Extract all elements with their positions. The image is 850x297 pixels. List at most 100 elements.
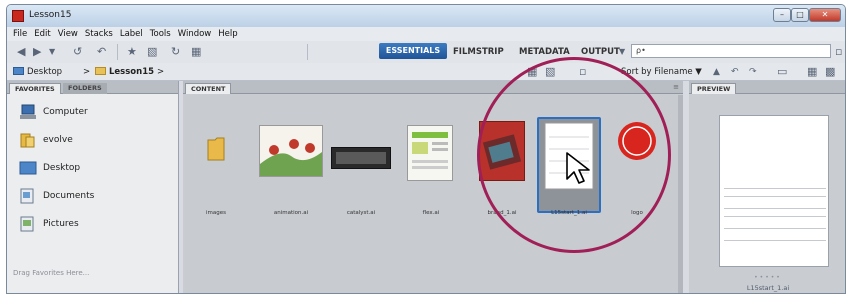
file-label: brand_1.ai — [487, 210, 517, 216]
preview-rule — [724, 208, 826, 209]
thumbnail-flex-ai[interactable] — [407, 125, 453, 181]
thumbnail-catalyst-ai[interactable] — [331, 147, 391, 169]
menu-window[interactable]: Window — [178, 29, 212, 39]
preview-image[interactable] — [719, 115, 829, 267]
content-tab-row: CONTENT ≡ — [183, 81, 683, 94]
filter-icon[interactable]: ▧ — [545, 65, 555, 79]
favorite-label: Documents — [43, 191, 95, 201]
thumbnail-brand-ai[interactable] — [479, 121, 525, 181]
logo-artwork-icon — [618, 122, 656, 160]
breadcrumb-label: Desktop — [27, 67, 63, 77]
create-new-icon[interactable]: ▦ — [191, 45, 201, 59]
toolbar: ◀ ▶ ▼ ↺ ↶ ★ ▧ ↻ ▦ ESSENTIALS FILMSTRIP M… — [7, 41, 845, 63]
rotate-right-icon[interactable]: ↷ — [749, 65, 757, 79]
breadcrumb-label: Lesson15 — [109, 67, 155, 77]
menu-edit[interactable]: Edit — [34, 29, 50, 39]
recent-folder-icon[interactable]: ↺ — [73, 45, 82, 59]
view-mode-icon[interactable]: ▦ — [527, 65, 537, 79]
documents-icon — [20, 188, 34, 204]
preview-rule — [724, 188, 826, 189]
sort-dropdown[interactable]: Sort by Filename ▼ — [621, 67, 702, 77]
open-recent-icon[interactable]: ▫ — [579, 65, 586, 79]
preview-rule — [724, 196, 826, 197]
favorite-label: Computer — [43, 107, 88, 117]
sort-ascending-icon[interactable]: ▲ — [713, 65, 720, 79]
delete-icon[interactable]: ▩ — [825, 65, 835, 79]
toolbar-divider — [117, 44, 118, 60]
search-input[interactable]: ρ• — [631, 44, 831, 58]
menu-tools[interactable]: Tools — [150, 29, 171, 39]
favorite-label: evolve — [43, 135, 73, 145]
desktop-icon — [19, 161, 37, 175]
preview-tab-row: PREVIEW — [689, 81, 845, 94]
workspace-metadata[interactable]: METADATA — [519, 45, 570, 59]
pictures-icon — [20, 216, 34, 232]
computer-icon — [20, 104, 36, 119]
rotate-left-icon[interactable]: ↶ — [731, 65, 739, 79]
content-panel: CONTENT ≡ images animation.ai catalyst.a… — [183, 81, 683, 293]
breadcrumb-desktop[interactable]: Desktop — [13, 67, 62, 77]
file-label: catalyst.ai — [346, 210, 376, 216]
favorites-panel: FAVORITES FOLDERS Computer evolve Deskto… — [7, 81, 179, 293]
preview-pager-dots: ••••• — [754, 274, 782, 281]
file-label: animation.ai — [273, 210, 309, 216]
menu-file[interactable]: File — [13, 29, 27, 39]
thumbnail-grid: images animation.ai catalyst.ai flex.ai … — [185, 95, 681, 293]
breadcrumb-lesson15[interactable]: Lesson15 — [95, 67, 154, 77]
breadcrumb-separator: > — [157, 67, 165, 77]
return-icon[interactable]: ↶ — [97, 45, 106, 59]
compact-mode-icon[interactable]: ▫ — [835, 45, 842, 59]
window-title: Lesson15 — [29, 10, 72, 20]
menu-stacks[interactable]: Stacks — [85, 29, 113, 39]
minimize-button[interactable]: – — [773, 8, 791, 22]
menu-view[interactable]: View — [58, 29, 78, 39]
refine-icon[interactable]: ▧ — [147, 45, 157, 59]
breadcrumb-separator: > — [83, 67, 91, 77]
favorite-desktop[interactable]: Desktop — [19, 157, 80, 179]
user-folder-icon — [20, 133, 35, 148]
workspace-essentials[interactable]: ESSENTIALS — [379, 43, 447, 59]
tab-favorites[interactable]: FAVORITES — [9, 83, 61, 94]
new-folder-icon[interactable]: ▦ — [807, 65, 817, 79]
sort-label: Sort by Filename — [621, 67, 693, 77]
file-label: flex.ai — [422, 210, 440, 216]
thumbnail-logo[interactable] — [617, 121, 657, 161]
left-tab-row: FAVORITES FOLDERS — [7, 81, 178, 94]
back-icon[interactable]: ◀ — [17, 45, 25, 59]
workspace-filmstrip[interactable]: FILMSTRIP — [453, 45, 504, 59]
preview-rule — [724, 240, 826, 241]
tab-preview[interactable]: PREVIEW — [691, 83, 737, 94]
mouse-pointer-icon — [566, 152, 590, 184]
menu-label[interactable]: Label — [120, 29, 143, 39]
title-bar: Lesson15 – □ ✕ — [7, 5, 845, 27]
get-photos-icon[interactable]: ★ — [127, 45, 137, 59]
flex-artwork-icon — [408, 126, 452, 180]
tab-folders[interactable]: FOLDERS — [63, 83, 107, 94]
content-scrollbar[interactable] — [678, 95, 683, 293]
workspace-dropdown-icon[interactable]: ▼ — [619, 45, 625, 59]
favorite-documents[interactable]: Documents — [19, 185, 94, 207]
close-button[interactable]: ✕ — [809, 8, 841, 22]
favorite-evolve[interactable]: evolve — [19, 129, 73, 151]
thumbnail-images[interactable] — [207, 137, 225, 161]
history-dropdown-icon[interactable]: ▼ — [49, 45, 55, 59]
workspace-output[interactable]: OUTPUT — [581, 45, 620, 59]
preview-rule — [724, 228, 826, 229]
desktop-icon — [13, 67, 24, 75]
rotate-icon[interactable]: ↻ — [171, 45, 180, 59]
preview-caption: L15start_1.ai — [746, 284, 790, 292]
file-label: L15start_1.ai — [551, 210, 587, 216]
forward-icon[interactable]: ▶ — [33, 45, 41, 59]
thumbnail-animation-ai[interactable] — [259, 125, 323, 177]
bridge-window: Lesson15 – □ ✕ File Edit View Stacks Lab… — [6, 4, 846, 294]
open-camera-raw-icon[interactable]: ▭ — [777, 65, 787, 79]
drag-favorites-hint: Drag Favorites Here... — [13, 269, 90, 277]
menu-help[interactable]: Help — [218, 29, 237, 39]
bridge-app-icon — [12, 10, 24, 22]
favorite-pictures[interactable]: Pictures — [19, 213, 79, 235]
tab-content[interactable]: CONTENT — [185, 83, 232, 94]
path-bar: Desktop > Lesson15 > ▦ ▧ ▫ Sort by Filen… — [7, 63, 845, 81]
maximize-button[interactable]: □ — [791, 8, 809, 22]
panel-menu-icon[interactable]: ≡ — [673, 83, 679, 91]
favorite-computer[interactable]: Computer — [19, 101, 88, 123]
